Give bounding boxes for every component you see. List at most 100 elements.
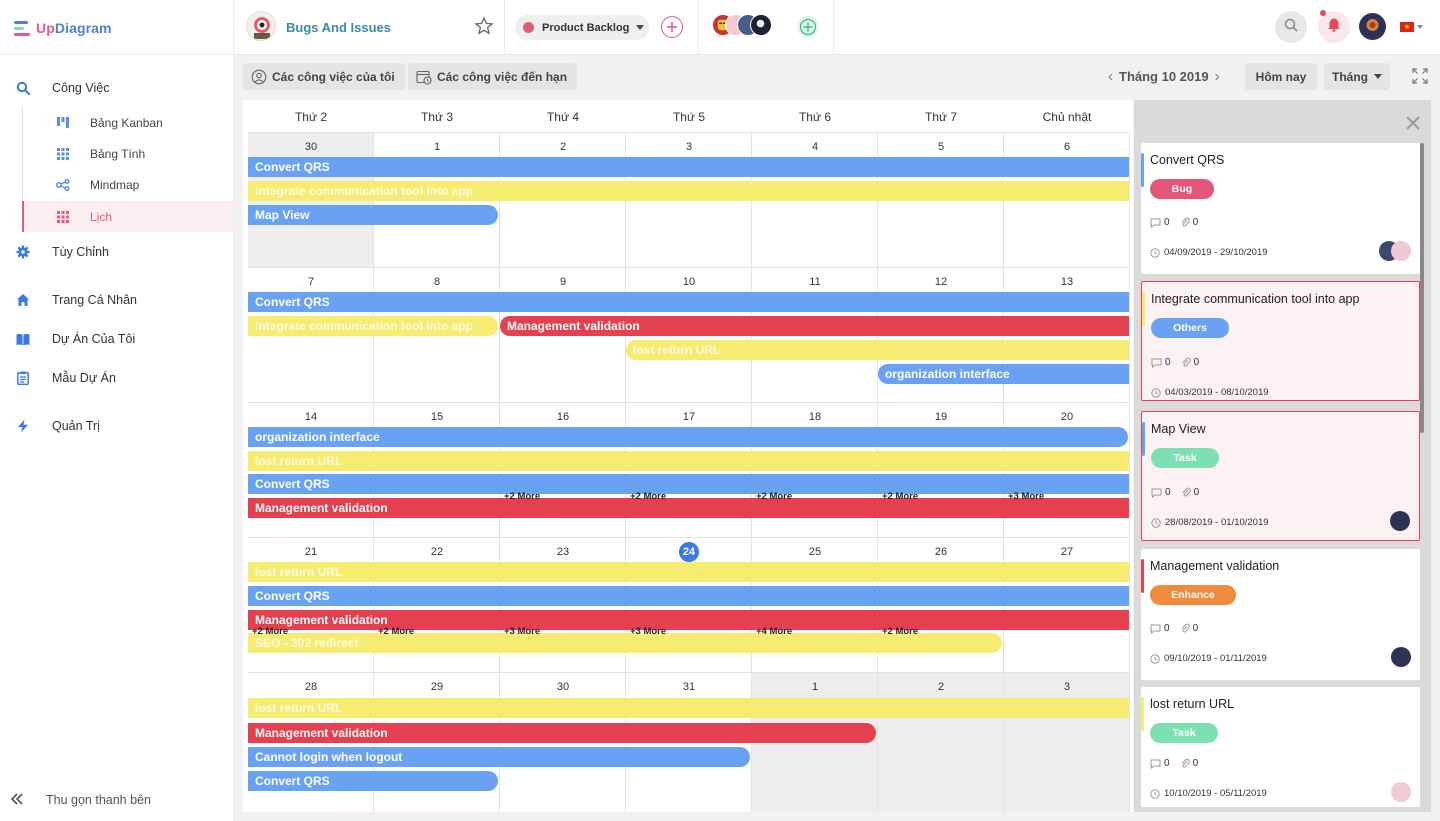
nav-quan-tri[interactable]: Quản Trị [0, 410, 234, 442]
nav-label: Mẫu Dự Án [52, 371, 116, 385]
panel-scrollbar[interactable] [1420, 143, 1424, 433]
collapse-sidebar-button[interactable]: Thu gọn thanh bên [0, 786, 234, 814]
calendar-day-cell[interactable]: 3 [1004, 673, 1130, 812]
comment-count: 0 [1164, 758, 1170, 769]
fullscreen-icon[interactable] [1412, 68, 1428, 84]
more-events-link[interactable]: +3 More [1008, 491, 1044, 502]
sub-label: Bảng Tính [90, 146, 146, 161]
gear-icon [15, 244, 31, 260]
calendar-event[interactable]: lost return URL [626, 340, 1129, 360]
flag-vietnam-icon[interactable]: ★ [1400, 22, 1414, 32]
calendar-event[interactable]: Integrate communication tool into app [248, 181, 1129, 201]
calendar-event[interactable]: Convert QRS [248, 157, 1129, 177]
more-events-link[interactable]: +3 More [630, 626, 666, 637]
calendar-event[interactable]: lost return URL [248, 451, 1129, 471]
calendar-event[interactable]: Convert QRS [248, 586, 1129, 606]
sub-lich[interactable]: Lịch [22, 201, 234, 232]
project-title[interactable]: Bugs And Issues [286, 20, 391, 35]
prev-month-button[interactable]: ‹ [1108, 68, 1113, 85]
calendar-event[interactable]: Map View [248, 205, 498, 225]
attachment-count: 0 [1192, 623, 1199, 634]
task-card[interactable]: Management validation Enhance 0 0 09/10/2019… [1141, 549, 1420, 680]
task-card[interactable]: Convert QRS Bug 0 0 04/09/2019 - 29/10/2019 [1141, 143, 1420, 274]
comment-count: 0 [1165, 487, 1171, 498]
card-title: Integrate communication tool into app [1151, 292, 1360, 306]
calendar-event[interactable]: Management validation [500, 316, 1129, 336]
search-button[interactable] [1275, 11, 1307, 43]
top-bar: Bugs And Issues Product Backlog ★ [234, 0, 1440, 55]
user-avatar[interactable] [1359, 13, 1386, 40]
more-events-link[interactable]: +2 More [504, 491, 540, 502]
day-number: 6 [1063, 141, 1071, 153]
sub-bang-kanban[interactable]: Bảng Kanban [22, 107, 234, 138]
task-card[interactable]: lost return URL Task 0 0 10/10/2019 - 05/11/… [1141, 687, 1420, 807]
nav-trang-ca-nhan[interactable]: Trang Cá Nhân [0, 284, 234, 316]
task-card[interactable]: Map View Task 0 0 28/08/2019 - 01/10/2019 [1141, 411, 1420, 541]
calendar-event[interactable]: Management validation [248, 723, 876, 743]
add-backlog-button[interactable] [661, 16, 683, 38]
day-number: 15 [430, 411, 444, 423]
star-icon[interactable] [474, 16, 494, 36]
comment-icon [1150, 624, 1161, 634]
calendar-event[interactable]: lost return URL [248, 562, 1129, 582]
card-date-range: 09/10/2019 - 01/11/2019 [1150, 653, 1267, 664]
calendar-event[interactable]: Management validation [248, 498, 1129, 518]
calendar-event[interactable]: Convert QRS [248, 771, 498, 791]
app-logo[interactable]: UpDiagram [14, 16, 112, 40]
day-number: 19 [934, 411, 948, 423]
day-number: 13 [1060, 276, 1074, 288]
more-events-link[interactable]: +2 More [882, 491, 918, 502]
more-events-link[interactable]: +2 More [630, 491, 666, 502]
more-events-link[interactable]: +2 More [756, 491, 792, 502]
sub-bang-tinh[interactable]: Bảng Tính [22, 138, 234, 169]
member-avatar [750, 14, 772, 36]
nav-tuy-chinh[interactable]: Tùy Chỉnh [0, 236, 234, 268]
calendar-event[interactable]: Cannot login when logout [248, 747, 750, 767]
kanban-icon [56, 116, 70, 130]
more-events-link[interactable]: +4 More [756, 626, 792, 637]
nav-cong-viec[interactable]: Công Việc [0, 72, 234, 104]
nav-du-an-cua-toi[interactable]: Dự Án Của Tôi [0, 323, 234, 355]
more-events-link[interactable]: +2 More [252, 626, 288, 637]
project-avatar[interactable] [246, 11, 276, 41]
calendar-day-cell[interactable]: 2 [878, 673, 1004, 812]
sub-mindmap[interactable]: Mindmap [22, 169, 234, 200]
calendar-event[interactable]: Convert QRS [248, 474, 1129, 494]
add-member-button[interactable] [797, 16, 819, 38]
nav-mau-du-an[interactable]: Mẫu Dự Án [0, 362, 234, 394]
day-number: 28 [304, 681, 318, 693]
more-events-link[interactable]: +2 More [882, 626, 918, 637]
calendar-clock-icon [416, 69, 432, 85]
clock-icon [1150, 788, 1160, 799]
task-card[interactable]: Integrate communication tool into app Oth… [1141, 281, 1420, 401]
more-events-link[interactable]: +2 More [378, 626, 414, 637]
calendar-event[interactable]: Convert QRS [248, 292, 1129, 312]
my-tasks-button[interactable]: Các công việc của tôi [243, 63, 405, 90]
close-icon[interactable] [1404, 114, 1422, 132]
backlog-selector[interactable]: Product Backlog [515, 15, 649, 40]
today-button[interactable]: Hôm nay [1245, 63, 1317, 90]
day-number: 23 [556, 546, 570, 558]
day-number: 8 [433, 276, 441, 288]
comment-icon [1151, 488, 1162, 498]
chevron-down-icon[interactable] [1417, 25, 1423, 29]
card-tag: Others [1151, 318, 1229, 338]
day-number: 9 [559, 276, 567, 288]
view-selector[interactable]: Tháng [1324, 63, 1390, 90]
calendar-event[interactable]: Integrate communication tool into app [248, 316, 498, 336]
attachment-count: 0 [1192, 758, 1199, 769]
day-number: 20 [1060, 411, 1074, 423]
double-chevron-left-icon [10, 792, 24, 809]
nav-label: Tùy Chỉnh [52, 245, 109, 259]
more-events-link[interactable]: +3 More [504, 626, 540, 637]
comment-icon [1150, 759, 1161, 769]
day-number: 2 [937, 681, 945, 693]
calendar-event[interactable]: lost return URL [248, 698, 1129, 718]
sub-label: Lịch [90, 209, 113, 224]
calendar-event[interactable]: organization interface [248, 427, 1128, 447]
due-tasks-button[interactable]: Các công việc đến hạn [408, 63, 578, 90]
member-avatars[interactable] [712, 14, 778, 40]
next-month-button[interactable]: › [1215, 68, 1220, 85]
paperclip-icon [1181, 487, 1191, 497]
calendar-event[interactable]: organization interface [878, 364, 1129, 384]
